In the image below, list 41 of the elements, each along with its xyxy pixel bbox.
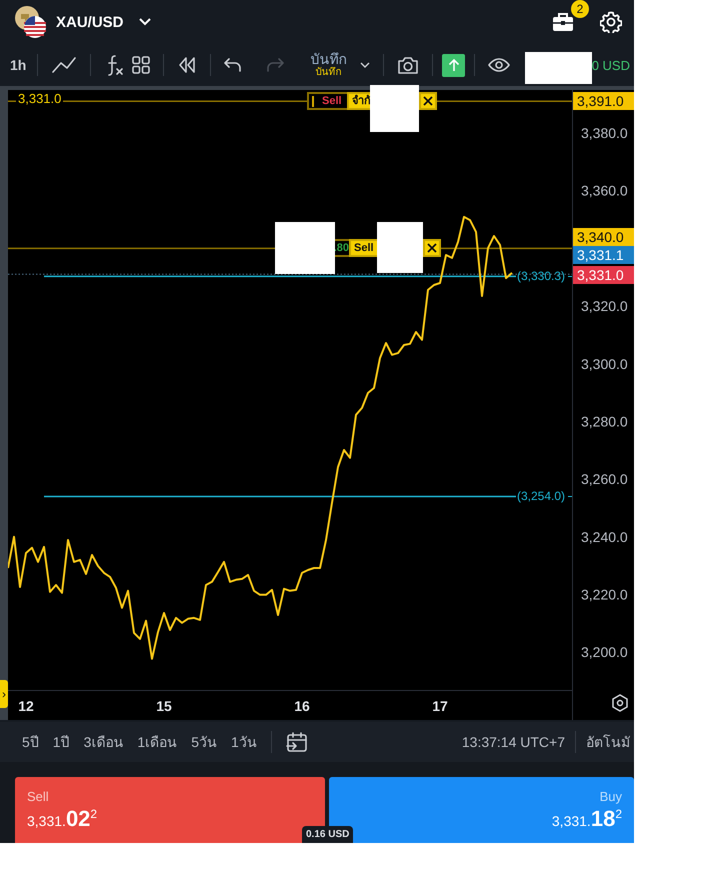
axis-label: 3,280.0 [581,413,628,430]
scale-mode-button[interactable]: อัตโนมั [586,731,630,753]
timeframe-button[interactable]: 1ปี [52,731,70,753]
level-label: (3,330.3) [516,269,566,283]
profit-value: .80 [334,242,349,254]
axis-label: 3,240.0 [581,528,628,545]
level-label: (3,254.0) [516,489,566,503]
collapse-handle[interactable]: › [0,680,8,708]
axis-label: 16 [294,698,310,714]
price-tag: 3,331.1 [573,246,634,264]
quote-price: 3,331.18$^{2}$ [552,806,622,832]
axis-label: 17 [432,698,448,714]
order-side: Sell [322,95,342,107]
timeframe-button[interactable]: 3เดือน [84,731,124,753]
axis-label: 12 [18,698,34,714]
axis-label: 3,220.0 [581,586,628,603]
price-tag: 3,331.0 [573,266,634,284]
clock-time: 13:37:14 UTC+7 [462,734,565,750]
axis-label: 3,300.0 [581,356,628,372]
order-side[interactable]: Sell [349,239,379,257]
axis-label: 3,260.0 [581,471,628,488]
axis-label: 3,360.0 [581,182,628,199]
timeframe-button[interactable]: 5วัน [191,731,217,753]
axis-label: 3,320.0 [581,298,628,314]
timeframe-button[interactable]: 1เดือน [137,731,178,753]
price-tag: 3,391.0 [573,92,634,110]
balance-value: 0 USD [592,58,630,72]
price-tag: 3,340.0 [573,228,634,246]
timeframe-button[interactable]: 5ปี [22,731,39,753]
symbol-name[interactable]: XAU/USD [56,14,124,30]
spread-badge: 0.16 USD [302,826,354,843]
axis-label: 3,380.0 [581,124,628,141]
axis-label: 15 [156,698,172,714]
notification-badge: 2 [571,0,589,18]
template-sublabel: บันทึก [315,68,342,78]
line-label: 3,331.0 [16,92,64,106]
interval-button[interactable]: 1h [8,57,28,73]
save-template-button[interactable]: บันทึก บันทึก [310,52,346,78]
timeframe-button[interactable]: 1วัน [230,731,257,753]
axis-label: 3,200.0 [581,644,628,660]
quote-price: 3,331.02$^{2}$ [27,806,98,832]
